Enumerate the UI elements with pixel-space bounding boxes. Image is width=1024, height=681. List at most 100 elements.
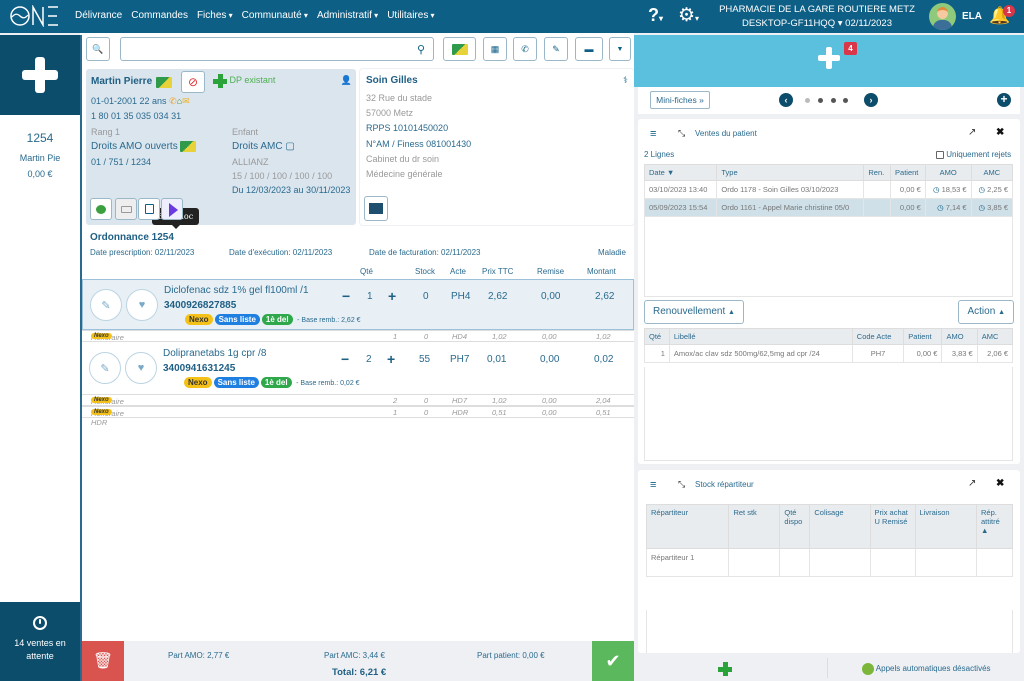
more-dropdown-button[interactable]: ▼	[609, 37, 631, 61]
no-dp-button[interactable]: ⊘	[181, 71, 205, 93]
increment-qty-button[interactable]: +	[387, 351, 395, 367]
edit-line-button[interactable]: ✎	[90, 289, 122, 321]
col-ren[interactable]: Ren.	[863, 164, 892, 181]
edit-button[interactable]: ✎	[544, 37, 568, 61]
favorite-button[interactable]: ♥	[126, 289, 158, 321]
current-sale-card[interactable]: 1254 Martin Pie 0,00 €	[0, 131, 80, 179]
contact-button[interactable]	[138, 198, 160, 220]
validate-sale-button[interactable]: ✔	[592, 641, 634, 681]
nexo-button[interactable]	[90, 198, 112, 220]
collapse-icon[interactable]: ⤡	[678, 479, 685, 490]
nav-utilitaires[interactable]: Utilitaires	[387, 10, 434, 21]
table-row[interactable]: 1 Amox/ac clav sdz 500mg/62,5mg ad cpr /…	[644, 344, 1014, 363]
col-rep-attitre[interactable]: Rép. attitré ▲	[976, 504, 1013, 549]
col-amc[interactable]: AMC	[970, 164, 1014, 181]
amo-rights[interactable]: Droits AMO ouverts	[91, 141, 197, 152]
col-colisage[interactable]: Colisage	[809, 504, 871, 549]
amc-rights[interactable]: Droits AMC ▢	[232, 141, 295, 152]
col-amc[interactable]: AMC	[976, 328, 1014, 345]
col-libelle[interactable]: Libellé	[668, 328, 853, 345]
menu-icon[interactable]: ≡	[650, 128, 656, 140]
decrement-qty-button[interactable]: −	[341, 351, 349, 367]
auto-calls-toggle[interactable]: Appels automatiques désactivés	[862, 663, 991, 675]
bed-button[interactable]: ▬	[575, 37, 603, 61]
pending-sales-button[interactable]: 14 ventes en attente	[0, 602, 80, 681]
nav-commandes[interactable]: Commandes	[131, 10, 188, 21]
carousel-dot[interactable]	[818, 98, 823, 103]
renouvellement-button[interactable]: Renouvellement ▲	[644, 300, 744, 324]
col-prix-achat[interactable]: Prix achat U Remisé	[869, 504, 916, 549]
sale-line[interactable]: ✎ ♥ Dolipranetabs 1g cpr /8 340094163124…	[82, 343, 634, 394]
col-repartiteur[interactable]: Répartiteur	[645, 504, 730, 549]
zoom-search-button[interactable]: 🔍	[86, 37, 110, 61]
action-button[interactable]: Action ▲	[958, 300, 1014, 324]
external-link-icon[interactable]: ↗	[968, 127, 976, 138]
menu-icon[interactable]: ≡	[650, 479, 656, 491]
product-remise[interactable]: 0,00	[541, 291, 560, 302]
col-patient[interactable]: Patient	[890, 164, 926, 181]
carousel-dot[interactable]	[831, 98, 836, 103]
table-row[interactable]: Répartiteur 1	[645, 548, 1013, 577]
table-row[interactable]: 03/10/2023 13:40 Ordo 1178 - Soin Gilles…	[643, 180, 1014, 199]
rejects-filter[interactable]: Uniquement rejets	[936, 150, 1011, 159]
close-icon[interactable]: ✖	[996, 127, 1004, 138]
nav-fiches[interactable]: Fiches	[197, 10, 233, 21]
date-execution[interactable]: Date d'exécution: 02/11/2023	[229, 248, 332, 257]
increment-qty-button[interactable]: +	[388, 288, 396, 304]
pharmacy-info[interactable]: PHARMACIE DE LA GARE ROUTIERE METZ DESKT…	[714, 3, 920, 31]
col-type[interactable]: Type	[716, 164, 865, 181]
nav-delivrance[interactable]: Délivrance	[75, 10, 122, 21]
external-link-icon[interactable]: ↗	[968, 478, 976, 489]
user-icon[interactable]: 👤	[341, 75, 352, 86]
col-date[interactable]: Date ▼	[643, 164, 718, 181]
help-menu[interactable]: ?▾	[648, 5, 663, 26]
new-sale-button[interactable]	[0, 35, 80, 115]
date-facturation[interactable]: Date de facturation: 02/11/2023	[369, 248, 481, 257]
product-prix[interactable]: 0,01	[487, 354, 506, 365]
favorite-button[interactable]: ♥	[125, 352, 157, 384]
scan-ordonnance-button[interactable]	[364, 196, 388, 221]
checkbox[interactable]	[936, 150, 944, 159]
dp-indicator[interactable]: DP existant	[213, 74, 275, 90]
dp-button[interactable]	[718, 662, 732, 678]
product-qty[interactable]: 2	[366, 354, 372, 365]
edit-line-button[interactable]: ✎	[89, 352, 121, 384]
decrement-qty-button[interactable]: −	[342, 288, 350, 304]
product-name[interactable]: Dolipranetabs 1g cpr /8	[163, 348, 266, 359]
col-amo[interactable]: AMO	[924, 164, 972, 181]
card-button[interactable]	[115, 198, 137, 220]
col-ret-stk[interactable]: Ret stk	[728, 504, 781, 549]
product-acte[interactable]: PH7	[450, 354, 469, 365]
col-qte[interactable]: Qté	[644, 328, 670, 345]
add-circle-icon[interactable]: +	[997, 93, 1011, 107]
chevron-left-icon[interactable]: ‹	[779, 93, 793, 107]
phone-button[interactable]: ✆	[513, 37, 537, 61]
patient-name[interactable]: Martin Pierre	[91, 76, 152, 87]
vitale-card-button[interactable]	[443, 37, 476, 61]
carousel-dot[interactable]	[805, 98, 810, 103]
col-qte-dispo[interactable]: Qté dispo	[779, 504, 811, 549]
mini-fiches-button[interactable]: Mini-fiches »	[650, 91, 710, 109]
nav-administratif[interactable]: Administratif	[317, 10, 378, 21]
sale-line[interactable]: ✎ ♥ Diclofenac sdz 1% gel fl100ml /1 340…	[82, 279, 634, 330]
close-icon[interactable]: ✖	[996, 478, 1004, 489]
product-search-input[interactable]: ⚲	[120, 37, 434, 61]
product-acte[interactable]: PH4	[451, 291, 470, 302]
delete-sale-button[interactable]: 🗑	[82, 641, 124, 681]
col-code-acte[interactable]: Code Acte	[851, 328, 905, 345]
col-patient[interactable]: Patient	[903, 328, 943, 345]
one-logo[interactable]	[10, 5, 60, 27]
doctor-icon[interactable]: ⚕	[623, 75, 628, 86]
prescriber-name[interactable]: Soin Gilles	[366, 75, 418, 86]
product-prix[interactable]: 2,62	[488, 291, 507, 302]
product-qty[interactable]: 1	[367, 291, 373, 302]
col-amo[interactable]: AMO	[941, 328, 978, 345]
regime[interactable]: Maladie	[598, 248, 626, 257]
settings-menu[interactable]: ⚙▾	[678, 4, 699, 27]
carousel-dot[interactable]	[843, 98, 848, 103]
product-name[interactable]: Diclofenac sdz 1% gel fl100ml /1	[164, 285, 309, 296]
bimedoc-button[interactable]	[161, 198, 183, 220]
qr-code-button[interactable]: ▦	[483, 37, 507, 61]
new-ordonnance-area[interactable]: 4	[634, 35, 1024, 87]
nav-communaute[interactable]: Communauté	[242, 10, 308, 21]
